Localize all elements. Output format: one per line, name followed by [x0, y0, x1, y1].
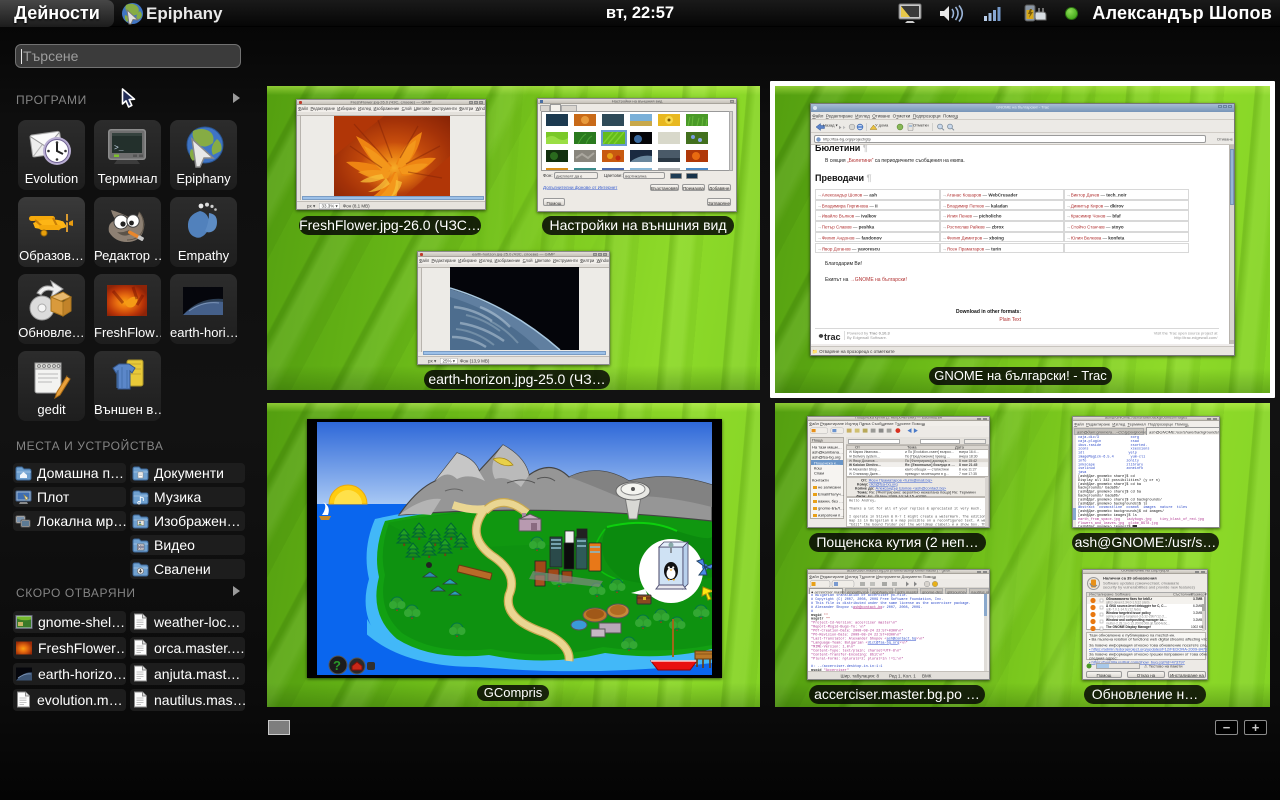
svg-text:както обещах — статистики: както обещах — статистики [905, 468, 949, 472]
svg-text:✉ Мария Иванова…: ✉ Мария Иванова… [849, 450, 881, 454]
svg-text:✉ Alexander Shop…: ✉ Alexander Shop… [849, 468, 880, 472]
svg-text:3.7MB: 3.7MB [1193, 597, 1203, 601]
svg-text:?: ? [333, 658, 341, 673]
svg-text:trac: trac [824, 332, 841, 342]
svg-text:3.2MB: 3.2MB [1193, 611, 1202, 615]
svg-text:По [Филтрирано] доклад в…: По [Филтрирано] доклад в… [905, 459, 950, 463]
svg-text:и По [Evolution-съвет] въпрос…: и По [Evolution-съвет] въпрос… [905, 450, 954, 454]
svg-text:8 ное 15:42: 8 ное 15:42 [959, 459, 977, 463]
svg-text:The GNOME Display Manager: The GNOME Display Manager [1106, 625, 1152, 629]
svg-text:вчера 16:4…: вчера 16:4… [959, 450, 979, 454]
svg-text:8 ное 11:27: 8 ное 11:27 [959, 468, 977, 472]
svg-text:✉ Kaloian Dimitro…: ✉ Kaloian Dimitro… [849, 463, 881, 467]
svg-text:Re: [Еволюшън] боклуци в …: Re: [Еволюшън] боклуци в … [905, 463, 955, 467]
svg-text:1002 KB: 1002 KB [1191, 625, 1203, 629]
svg-text:>_: >_ [114, 144, 124, 153]
svg-text:6.2MB: 6.2MB [1193, 604, 1202, 608]
svg-text:преводът на метацити в g…: преводът на метацити в g… [905, 472, 949, 476]
svg-text:✉ Станимир Джев…: ✉ Станимир Джев… [849, 472, 881, 476]
svg-text:✉ Явор Доганов…: ✉ Явор Доганов… [849, 459, 878, 463]
svg-text:7 ное 17:35: 7 ное 17:35 [959, 472, 977, 476]
svg-text:8 ное 21:45: 8 ное 21:45 [959, 463, 978, 467]
svg-text:3.2MB: 3.2MB [1193, 618, 1202, 622]
